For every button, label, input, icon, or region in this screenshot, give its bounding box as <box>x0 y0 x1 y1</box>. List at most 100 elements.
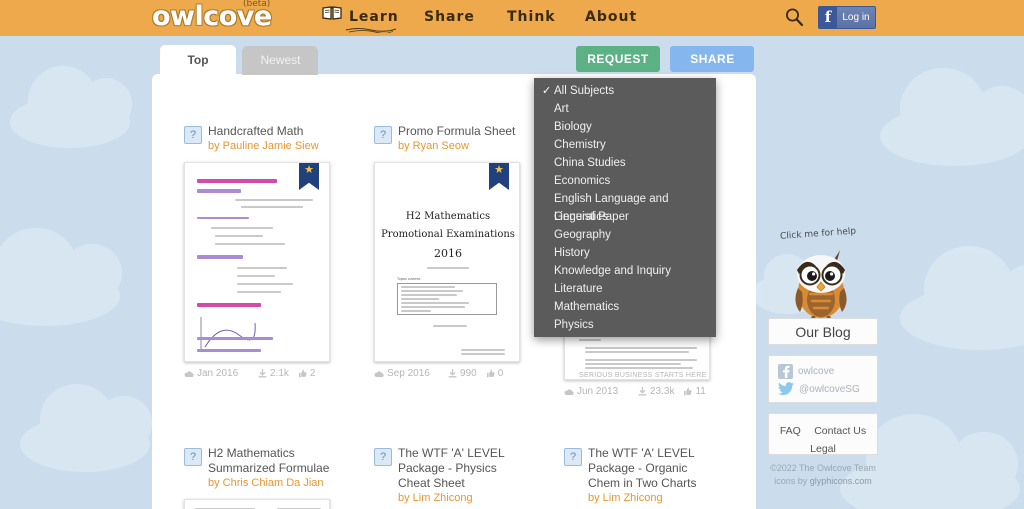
card-title[interactable]: The WTF 'A' LEVEL Package - Physics Chea… <box>398 446 524 491</box>
dropdown-item-all-subjects[interactable]: ✓ All Subjects <box>534 82 716 100</box>
dropdown-item-physics[interactable]: Physics <box>534 316 716 334</box>
card-stats: Sep 2016 990 0 <box>374 368 524 379</box>
broken-image-icon: ? <box>184 448 202 466</box>
contact-us-link[interactable]: Contact Us <box>814 425 866 437</box>
facebook-handle: owlcove <box>798 365 835 377</box>
card-title[interactable]: The WTF 'A' LEVEL Package - Organic Chem… <box>588 446 714 491</box>
card-header[interactable]: ? H2 Mathematics Summarized Formulae by … <box>184 446 334 491</box>
resource-card: ? The WTF 'A' LEVEL Package - Organic Ch… <box>564 446 714 506</box>
card-thumbnail[interactable]: ★ H2 Mathematics Promotional Examination… <box>374 162 520 362</box>
cloud-decoration <box>880 68 1024 166</box>
thumb-title-line2: Promotional Examinations <box>381 229 515 240</box>
facebook-icon: f <box>819 7 837 28</box>
dropdown-item-history[interactable]: History <box>534 244 716 262</box>
nav-item-think[interactable]: Think <box>507 9 556 25</box>
nav-item-about[interactable]: About <box>585 9 637 25</box>
card-author[interactable]: by Chris Chiam Da Jian <box>208 476 334 491</box>
dropdown-item-knowledge-and-inquiry[interactable]: Knowledge and Inquiry <box>534 262 716 280</box>
card-header[interactable]: ? Promo Formula Sheet by Ryan Seow <box>374 124 524 154</box>
card-thumbnail[interactable]: ★ <box>184 162 330 362</box>
card-stats: Jan 2016 2.1k 2 <box>184 368 334 379</box>
thumb-title-line3: 2016 <box>434 247 462 260</box>
legal-link[interactable]: Legal <box>810 443 836 455</box>
cloud-decoration <box>0 228 122 326</box>
thumbs-up-icon <box>684 387 692 396</box>
download-icon <box>448 369 457 378</box>
thumb-tagline: SERIOUS BUSINESS STARTS HERE <box>579 372 707 379</box>
faq-link[interactable]: FAQ <box>780 425 801 437</box>
card-author[interactable]: by Ryan Seow <box>398 139 515 154</box>
dropdown-item-chemistry[interactable]: Chemistry <box>534 136 716 154</box>
card-header[interactable]: ? Handcrafted Math by Pauline Jamie Siew <box>184 124 334 154</box>
thumbs-up-icon <box>298 369 307 378</box>
dropdown-item-art[interactable]: Art <box>534 100 716 118</box>
dropdown-item-china-studies[interactable]: China Studies <box>534 154 716 172</box>
share-button[interactable]: SHARE <box>670 46 755 72</box>
card-header[interactable]: ? The WTF 'A' LEVEL Package - Physics Ch… <box>374 446 524 506</box>
open-book-icon <box>322 5 342 26</box>
download-count: 990 <box>448 368 477 379</box>
glyphicons-link[interactable]: glyphicons.com <box>810 476 872 486</box>
owl-mascot[interactable] <box>788 248 854 320</box>
card-title[interactable]: Promo Formula Sheet <box>398 124 515 139</box>
broken-image-icon: ? <box>374 126 392 144</box>
icons-credit: icons by glyphicons.com <box>774 476 872 486</box>
card-author[interactable]: by Pauline Jamie Siew <box>208 139 319 154</box>
dropdown-item-geography[interactable]: Geography <box>534 226 716 244</box>
broken-image-icon: ? <box>564 448 582 466</box>
download-icon <box>638 387 647 396</box>
facebook-link[interactable]: owlcove <box>778 362 877 380</box>
upload-date: Jun 2013 <box>564 386 638 397</box>
twitter-icon <box>778 382 794 396</box>
tab-top[interactable]: Top <box>160 45 236 75</box>
cloud-decoration <box>10 66 132 148</box>
tab-newest[interactable]: Newest <box>242 46 319 75</box>
dropdown-item-mathematics[interactable]: Mathematics <box>534 298 716 316</box>
resource-card: ? Promo Formula Sheet by Ryan Seow ★ H2 … <box>374 124 524 379</box>
card-title[interactable]: H2 Mathematics Summarized Formulae <box>208 446 334 476</box>
copyright-text: ©2022 The Owlcove Team <box>770 463 876 473</box>
card-thumbnail[interactable] <box>184 499 330 509</box>
subject-filter-dropdown[interactable]: ✓ All Subjects Art Biology Chemistry Chin… <box>534 78 716 337</box>
nav-item-share[interactable]: Share <box>424 9 475 25</box>
request-button[interactable]: REQUEST <box>576 46 660 72</box>
card-author[interactable]: by Lim Zhicong <box>588 491 714 506</box>
thumb-title-line1: H2 Mathematics <box>405 211 491 222</box>
dropdown-item-english-language-and-linguistics[interactable]: English Language and Linguistics <box>534 190 716 223</box>
featured-star-ribbon: ★ <box>299 163 319 190</box>
broken-image-icon: ? <box>374 448 392 466</box>
dropdown-item-general-paper[interactable]: General Paper <box>534 208 716 226</box>
download-count: 23.3k <box>638 386 674 397</box>
dropdown-item-biology[interactable]: Biology <box>534 118 716 136</box>
card-stats: Jun 2013 23.3k 11 <box>564 386 714 397</box>
card-author[interactable]: by Lim Zhicong <box>398 491 524 506</box>
broken-image-icon: ? <box>184 126 202 144</box>
learn-underline-decoration <box>345 28 397 33</box>
login-label: Log in <box>842 12 870 23</box>
beta-badge: (beta) <box>243 0 271 9</box>
twitter-link[interactable]: @owlcoveSG <box>778 380 877 398</box>
cloud-decoration <box>20 384 152 472</box>
dropdown-item-literature[interactable]: Literature <box>534 280 716 298</box>
card-header[interactable]: ? The WTF 'A' LEVEL Package - Organic Ch… <box>564 446 714 506</box>
cloud-icon <box>564 389 574 396</box>
download-icon <box>258 369 267 378</box>
facebook-login-button[interactable]: f Log in <box>818 6 876 29</box>
card-title[interactable]: Handcrafted Math <box>208 124 319 139</box>
twitter-handle: @owlcoveSG <box>799 383 860 395</box>
nav-item-learn[interactable]: Learn <box>349 9 399 25</box>
footer-links-box: FAQ Contact Us Legal <box>768 413 878 455</box>
facebook-icon <box>778 363 793 379</box>
search-icon[interactable] <box>784 7 804 32</box>
dropdown-item-economics[interactable]: Economics <box>534 172 716 190</box>
thumb-topics-label: Topics covered <box>397 277 421 281</box>
resource-card: ? H2 Mathematics Summarized Formulae by … <box>184 446 334 509</box>
upload-date: Jan 2016 <box>184 368 258 379</box>
our-blog-button[interactable]: Our Blog <box>768 318 878 345</box>
copyright-notice: ©2022 The Owlcove Team icons by glyphico… <box>762 462 884 488</box>
top-navigation-bar: owlcove (beta) Learn Share Think About f… <box>0 0 1024 36</box>
social-links-box: owlcove @owlcoveSG <box>768 355 878 403</box>
like-count: 0 <box>486 368 503 379</box>
action-button-group: REQUEST SHARE <box>576 46 755 72</box>
resource-card: ? Handcrafted Math by Pauline Jamie Siew… <box>184 124 334 379</box>
